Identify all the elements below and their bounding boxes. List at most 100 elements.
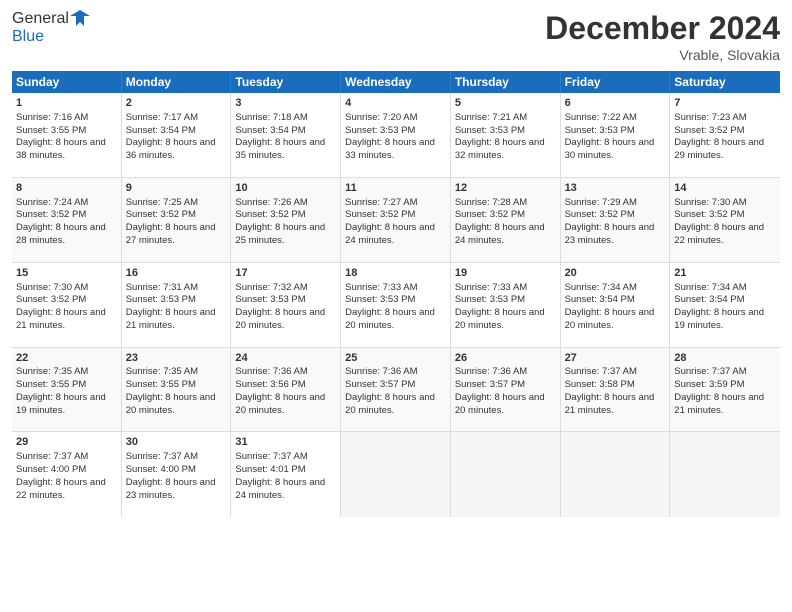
day-cell-3: 3 Sunrise: 7:18 AM Sunset: 3:54 PM Dayli…: [231, 93, 341, 177]
sunrise-text: Sunrise: 7:22 AM: [565, 112, 637, 123]
sunrise-text: Sunrise: 7:37 AM: [126, 451, 198, 462]
daylight-text: Daylight: 8 hours and 24 minutes.: [455, 222, 545, 246]
sunset-text: Sunset: 3:52 PM: [674, 209, 744, 220]
sunrise-text: Sunrise: 7:30 AM: [674, 197, 746, 208]
sunrise-text: Sunrise: 7:36 AM: [455, 366, 527, 377]
day-number: 21: [674, 266, 776, 281]
sunset-text: Sunset: 3:56 PM: [235, 379, 305, 390]
day-cell-4: 4 Sunrise: 7:20 AM Sunset: 3:53 PM Dayli…: [341, 93, 451, 177]
daylight-text: Daylight: 8 hours and 21 minutes.: [126, 307, 216, 331]
sunrise-text: Sunrise: 7:34 AM: [565, 282, 637, 293]
daylight-text: Daylight: 8 hours and 21 minutes.: [674, 392, 764, 416]
day-cell-2: 2 Sunrise: 7:17 AM Sunset: 3:54 PM Dayli…: [122, 93, 232, 177]
day-number: 2: [126, 96, 227, 111]
sunset-text: Sunset: 3:59 PM: [674, 379, 744, 390]
daylight-text: Daylight: 8 hours and 27 minutes.: [126, 222, 216, 246]
sunrise-text: Sunrise: 7:23 AM: [674, 112, 746, 123]
weekday-saturday: Saturday: [670, 71, 780, 93]
weekday-thursday: Thursday: [451, 71, 561, 93]
sunrise-text: Sunrise: 7:28 AM: [455, 197, 527, 208]
calendar-header: Sunday Monday Tuesday Wednesday Thursday…: [12, 71, 780, 93]
sunrise-text: Sunrise: 7:27 AM: [345, 197, 417, 208]
daylight-text: Daylight: 8 hours and 19 minutes.: [16, 392, 106, 416]
day-cell-13: 13 Sunrise: 7:29 AM Sunset: 3:52 PM Dayl…: [561, 178, 671, 262]
sunrise-text: Sunrise: 7:18 AM: [235, 112, 307, 123]
daylight-text: Daylight: 8 hours and 21 minutes.: [16, 307, 106, 331]
day-number: 26: [455, 351, 556, 366]
day-cell-8: 8 Sunrise: 7:24 AM Sunset: 3:52 PM Dayli…: [12, 178, 122, 262]
sunset-text: Sunset: 3:55 PM: [126, 379, 196, 390]
sunset-text: Sunset: 3:52 PM: [126, 209, 196, 220]
sunset-text: Sunset: 3:53 PM: [455, 294, 525, 305]
daylight-text: Daylight: 8 hours and 23 minutes.: [565, 222, 655, 246]
day-cell-18: 18 Sunrise: 7:33 AM Sunset: 3:53 PM Dayl…: [341, 263, 451, 347]
sunset-text: Sunset: 3:54 PM: [235, 125, 305, 136]
sunrise-text: Sunrise: 7:37 AM: [565, 366, 637, 377]
sunset-text: Sunset: 3:52 PM: [674, 125, 744, 136]
daylight-text: Daylight: 8 hours and 20 minutes.: [345, 392, 435, 416]
daylight-text: Daylight: 8 hours and 33 minutes.: [345, 137, 435, 161]
daylight-text: Daylight: 8 hours and 30 minutes.: [565, 137, 655, 161]
daylight-text: Daylight: 8 hours and 20 minutes.: [565, 307, 655, 331]
sunrise-text: Sunrise: 7:30 AM: [16, 282, 88, 293]
day-cell-29: 29 Sunrise: 7:37 AM Sunset: 4:00 PM Dayl…: [12, 432, 122, 517]
day-number: 9: [126, 181, 227, 196]
day-number: 4: [345, 96, 446, 111]
week-row-2: 8 Sunrise: 7:24 AM Sunset: 3:52 PM Dayli…: [12, 178, 780, 263]
day-cell-26: 26 Sunrise: 7:36 AM Sunset: 3:57 PM Dayl…: [451, 348, 561, 432]
sunset-text: Sunset: 3:53 PM: [565, 125, 635, 136]
sunrise-text: Sunrise: 7:35 AM: [16, 366, 88, 377]
sunset-text: Sunset: 3:52 PM: [235, 209, 305, 220]
daylight-text: Daylight: 8 hours and 23 minutes.: [126, 477, 216, 501]
sunset-text: Sunset: 3:57 PM: [345, 379, 415, 390]
weekday-friday: Friday: [561, 71, 671, 93]
sunset-text: Sunset: 3:52 PM: [345, 209, 415, 220]
daylight-text: Daylight: 8 hours and 20 minutes.: [345, 307, 435, 331]
day-number: 13: [565, 181, 666, 196]
daylight-text: Daylight: 8 hours and 19 minutes.: [674, 307, 764, 331]
day-number: 6: [565, 96, 666, 111]
daylight-text: Daylight: 8 hours and 20 minutes.: [455, 392, 545, 416]
day-cell-empty-3: [561, 432, 671, 517]
sunset-text: Sunset: 3:52 PM: [565, 209, 635, 220]
daylight-text: Daylight: 8 hours and 21 minutes.: [565, 392, 655, 416]
sunset-text: Sunset: 4:01 PM: [235, 464, 305, 475]
sunset-text: Sunset: 3:53 PM: [235, 294, 305, 305]
sunset-text: Sunset: 3:52 PM: [455, 209, 525, 220]
day-cell-20: 20 Sunrise: 7:34 AM Sunset: 3:54 PM Dayl…: [561, 263, 671, 347]
day-number: 10: [235, 181, 336, 196]
day-number: 27: [565, 351, 666, 366]
day-cell-7: 7 Sunrise: 7:23 AM Sunset: 3:52 PM Dayli…: [670, 93, 780, 177]
sunset-text: Sunset: 3:55 PM: [16, 125, 86, 136]
day-cell-6: 6 Sunrise: 7:22 AM Sunset: 3:53 PM Dayli…: [561, 93, 671, 177]
day-cell-24: 24 Sunrise: 7:36 AM Sunset: 3:56 PM Dayl…: [231, 348, 341, 432]
sunrise-text: Sunrise: 7:37 AM: [674, 366, 746, 377]
logo-blue-text: Blue: [12, 28, 44, 45]
day-cell-23: 23 Sunrise: 7:35 AM Sunset: 3:55 PM Dayl…: [122, 348, 232, 432]
daylight-text: Daylight: 8 hours and 29 minutes.: [674, 137, 764, 161]
day-number: 11: [345, 181, 446, 196]
day-number: 20: [565, 266, 666, 281]
day-number: 1: [16, 96, 117, 111]
month-title: December 2024: [545, 10, 780, 47]
logo-general-text: General: [12, 10, 69, 28]
sunset-text: Sunset: 3:58 PM: [565, 379, 635, 390]
main-container: General Blue December 2024 Vrable, Slova…: [0, 0, 792, 612]
sunrise-text: Sunrise: 7:21 AM: [455, 112, 527, 123]
day-number: 14: [674, 181, 776, 196]
sunset-text: Sunset: 3:53 PM: [345, 294, 415, 305]
daylight-text: Daylight: 8 hours and 28 minutes.: [16, 222, 106, 246]
sunset-text: Sunset: 3:55 PM: [16, 379, 86, 390]
day-number: 7: [674, 96, 776, 111]
day-cell-9: 9 Sunrise: 7:25 AM Sunset: 3:52 PM Dayli…: [122, 178, 232, 262]
sunset-text: Sunset: 4:00 PM: [126, 464, 196, 475]
day-cell-17: 17 Sunrise: 7:32 AM Sunset: 3:53 PM Dayl…: [231, 263, 341, 347]
sunrise-text: Sunrise: 7:26 AM: [235, 197, 307, 208]
sunrise-text: Sunrise: 7:17 AM: [126, 112, 198, 123]
day-number: 23: [126, 351, 227, 366]
day-cell-12: 12 Sunrise: 7:28 AM Sunset: 3:52 PM Dayl…: [451, 178, 561, 262]
week-row-3: 15 Sunrise: 7:30 AM Sunset: 3:52 PM Dayl…: [12, 263, 780, 348]
day-cell-16: 16 Sunrise: 7:31 AM Sunset: 3:53 PM Dayl…: [122, 263, 232, 347]
daylight-text: Daylight: 8 hours and 38 minutes.: [16, 137, 106, 161]
day-cell-empty-4: [670, 432, 780, 517]
